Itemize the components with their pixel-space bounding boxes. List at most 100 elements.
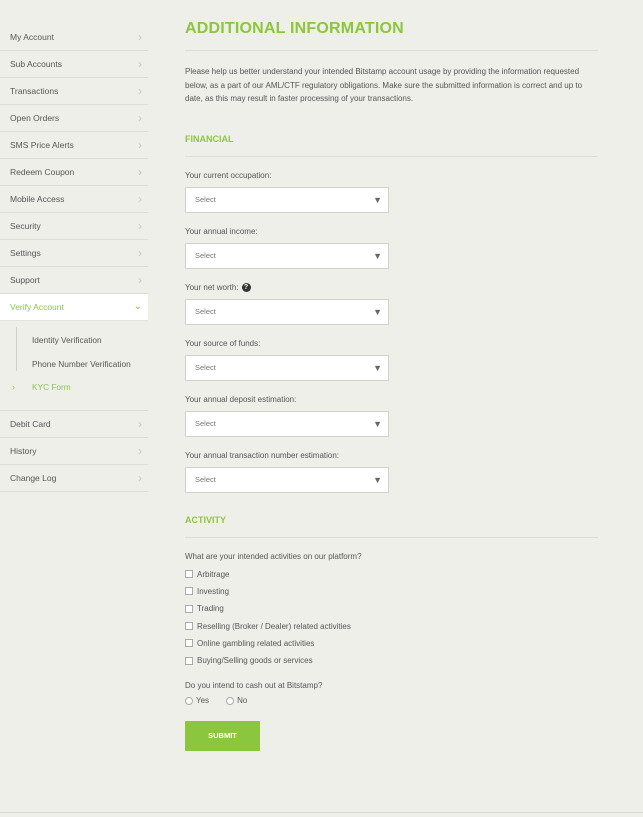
submit-button[interactable]: SUBMIT: [185, 721, 260, 752]
radio-yes[interactable]: [185, 696, 193, 705]
chevron-right-icon: ›: [138, 57, 142, 71]
radio-no-label[interactable]: No: [237, 696, 247, 705]
cash-out-question: Do you intend to cash out at Bitstamp?: [185, 681, 323, 691]
sidebar-item-label: Support: [10, 275, 40, 285]
sidebar-item-settings[interactable]: Settings ›: [0, 240, 148, 267]
field-label: Your source of funds:: [185, 339, 598, 348]
chevron-right-icon: ›: [138, 246, 142, 260]
sidebar-item-support[interactable]: Support ›: [0, 267, 148, 294]
sidebar-item-label: Open Orders: [10, 113, 60, 123]
sidebar-item-label: Verify Account: [10, 302, 64, 312]
select-value: Select: [195, 362, 216, 372]
source-of-funds-select[interactable]: Select ▼: [185, 354, 389, 381]
sidebar-item-redeem-coupon[interactable]: Redeem Coupon ›: [0, 159, 148, 186]
checkbox-label: Investing: [197, 586, 230, 596]
financial-fields: Your current occupation: Select ▼ Your an…: [185, 171, 598, 493]
select-value: Select: [195, 474, 216, 484]
net-worth-select[interactable]: Select ▼: [185, 298, 389, 325]
subnav-item-phone-number-verification[interactable]: Phone Number Verification: [0, 353, 148, 377]
net-worth-group: Your net worth:? Select ▼: [185, 282, 598, 325]
activity-option-investing[interactable]: Investing: [185, 583, 598, 600]
chevron-right-icon: ›: [138, 165, 142, 179]
subnav-item-label: Phone Number Verification: [32, 358, 131, 369]
help-icon[interactable]: ?: [241, 282, 251, 292]
checkbox[interactable]: [185, 622, 193, 631]
chevron-right-icon: ›: [12, 382, 15, 392]
sidebar-item-verify-account[interactable]: Verify Account ⌄: [0, 294, 148, 321]
checkbox[interactable]: [185, 656, 193, 665]
checkbox[interactable]: [185, 604, 193, 613]
field-label: Your current occupation:: [185, 171, 598, 180]
sidebar-item-my-account[interactable]: My Account ›: [0, 24, 148, 51]
activities-question: What are your intended activities on our…: [185, 551, 362, 561]
caret-down-icon: ▼: [373, 474, 382, 485]
sidebar-item-label: Mobile Access: [10, 194, 65, 204]
checkbox[interactable]: [185, 639, 193, 648]
transaction-number-group: Your annual transaction number estimatio…: [185, 451, 598, 493]
intro-text: Please help us better understand your in…: [185, 67, 583, 103]
sidebar-item-open-orders[interactable]: Open Orders ›: [0, 105, 148, 132]
sidebar-item-label: SMS Price Alerts: [10, 140, 74, 150]
caret-down-icon: ▼: [373, 362, 382, 373]
sidebar-item-change-log[interactable]: Change Log ›: [0, 465, 148, 492]
chevron-right-icon: ›: [138, 273, 142, 287]
radio-no[interactable]: [226, 696, 235, 705]
activity-section-title: ACTIVITY: [185, 514, 227, 525]
section-divider: [185, 536, 598, 538]
sidebar-item-label: Settings: [10, 248, 41, 258]
field-label-text: Your annual deposit estimation:: [185, 394, 297, 404]
checkbox-label: Reselling (Broker / Dealer) related acti…: [197, 621, 351, 631]
checkbox[interactable]: [185, 570, 193, 579]
chevron-right-icon: ›: [138, 443, 142, 458]
sidebar-item-security[interactable]: Security ›: [0, 213, 148, 240]
section-divider: [185, 155, 598, 157]
activity-option-reselling[interactable]: Reselling (Broker / Dealer) related acti…: [185, 617, 598, 634]
activity-option-goods-services[interactable]: Buying/Selling goods or services: [185, 652, 598, 669]
activities-checkbox-group: Arbitrage Investing Trading Reselling (B…: [185, 566, 598, 670]
activity-option-gambling[interactable]: Online gambling related activities: [185, 635, 598, 652]
chevron-right-icon: ›: [138, 219, 142, 233]
deposit-estimation-select[interactable]: Select ▼: [185, 410, 389, 437]
occupation-select[interactable]: Select ▼: [185, 186, 389, 213]
caret-down-icon: ▼: [373, 250, 382, 261]
sidebar-item-transactions[interactable]: Transactions ›: [0, 78, 148, 105]
radio-yes-label[interactable]: Yes: [196, 696, 209, 705]
sidebar-item-label: Sub Accounts: [10, 59, 62, 69]
caret-down-icon: ▼: [373, 418, 382, 429]
chevron-right-icon: ›: [138, 192, 142, 206]
source-of-funds-group: Your source of funds: Select ▼: [185, 339, 598, 381]
chevron-right-icon: ›: [138, 111, 142, 125]
checkbox[interactable]: [185, 587, 193, 596]
activity-option-trading[interactable]: Trading: [185, 600, 598, 617]
bottom-divider: [0, 812, 643, 813]
sidebar-item-debit-card[interactable]: Debit Card ›: [0, 411, 148, 438]
field-label-text: Your net worth:: [185, 282, 239, 292]
cash-out-radio-group: Yes No: [185, 696, 598, 705]
subnav-item-identity-verification[interactable]: Identity Verification: [0, 329, 148, 353]
annual-income-group: Your annual income: Select ▼: [185, 227, 598, 269]
subnav-item-kyc-form[interactable]: › KYC Form: [0, 376, 148, 400]
sidebar-item-label: History: [10, 445, 37, 456]
select-value: Select: [195, 194, 216, 204]
select-value: Select: [195, 250, 216, 260]
sidebar-item-sms-price-alerts[interactable]: SMS Price Alerts ›: [0, 132, 148, 159]
checkbox-label: Buying/Selling goods or services: [197, 656, 313, 666]
sidebar-item-label: Transactions: [10, 86, 59, 96]
chevron-right-icon: ›: [138, 84, 142, 98]
sidebar: My Account › Sub Accounts › Transactions › …: [0, 24, 148, 492]
title-divider: [185, 50, 598, 51]
transaction-number-select[interactable]: Select ▼: [185, 466, 389, 493]
sidebar-item-history[interactable]: History ›: [0, 438, 148, 465]
sidebar-item-mobile-access[interactable]: Mobile Access ›: [0, 186, 148, 213]
checkbox-label: Online gambling related activities: [197, 638, 315, 648]
sidebar-item-sub-accounts[interactable]: Sub Accounts ›: [0, 51, 148, 78]
sidebar-item-label: Change Log: [10, 472, 57, 483]
field-label: Your annual transaction number estimatio…: [185, 451, 598, 460]
occupation-group: Your current occupation: Select ▼: [185, 171, 598, 213]
activity-option-arbitrage[interactable]: Arbitrage: [185, 566, 598, 583]
sidebar-item-label: My Account: [10, 32, 54, 42]
sidebar-item-label: Debit Card: [10, 418, 51, 429]
annual-income-select[interactable]: Select ▼: [185, 242, 389, 269]
field-label: Your net worth:?: [185, 282, 598, 292]
deposit-estimation-group: Your annual deposit estimation: Select ▼: [185, 395, 598, 437]
